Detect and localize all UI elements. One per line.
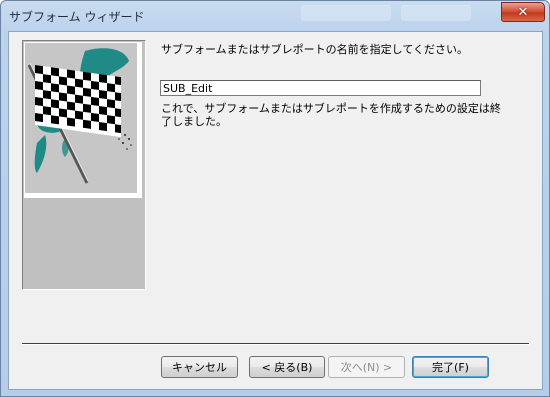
next-button[interactable]: 次へ(N) > <box>328 356 405 378</box>
next-button-label: 次へ(N) > <box>340 361 393 374</box>
checkered-flag-icon <box>25 43 137 193</box>
window-title: サブフォーム ウィザード <box>9 10 145 24</box>
wizard-window: サブフォーム ウィザード ✕ サブフォームまたはサブレポートの名前を指定してくだ… <box>0 0 550 397</box>
footer-separator <box>22 343 529 345</box>
close-icon: ✕ <box>517 4 529 20</box>
name-prompt-label: サブフォームまたはサブレポートの名前を指定してください。 <box>161 43 469 56</box>
finish-button-label: 完了(F) <box>432 361 469 374</box>
wizard-image-frame <box>24 42 142 198</box>
titlebar-background-reflection <box>301 5 391 21</box>
titlebar-background-reflection <box>401 5 471 21</box>
back-button-label: < 戻る(B) <box>261 361 313 374</box>
finish-button[interactable]: 完了(F) <box>412 356 489 378</box>
wizard-image-panel <box>22 40 146 290</box>
wizard-body: サブフォームまたはサブレポートの名前を指定してください。 これで、サブフォームま… <box>8 31 543 390</box>
subform-name-input[interactable] <box>160 80 481 96</box>
cancel-button[interactable]: キャンセル <box>161 356 238 378</box>
completion-message: これで、サブフォームまたはサブレポートを作成するための設定は終了しました。 <box>161 102 501 128</box>
title-bar[interactable]: サブフォーム ウィザード ✕ <box>1 1 549 31</box>
close-button[interactable]: ✕ <box>501 2 545 22</box>
cancel-button-label: キャンセル <box>172 361 227 374</box>
back-button[interactable]: < 戻る(B) <box>249 356 325 378</box>
